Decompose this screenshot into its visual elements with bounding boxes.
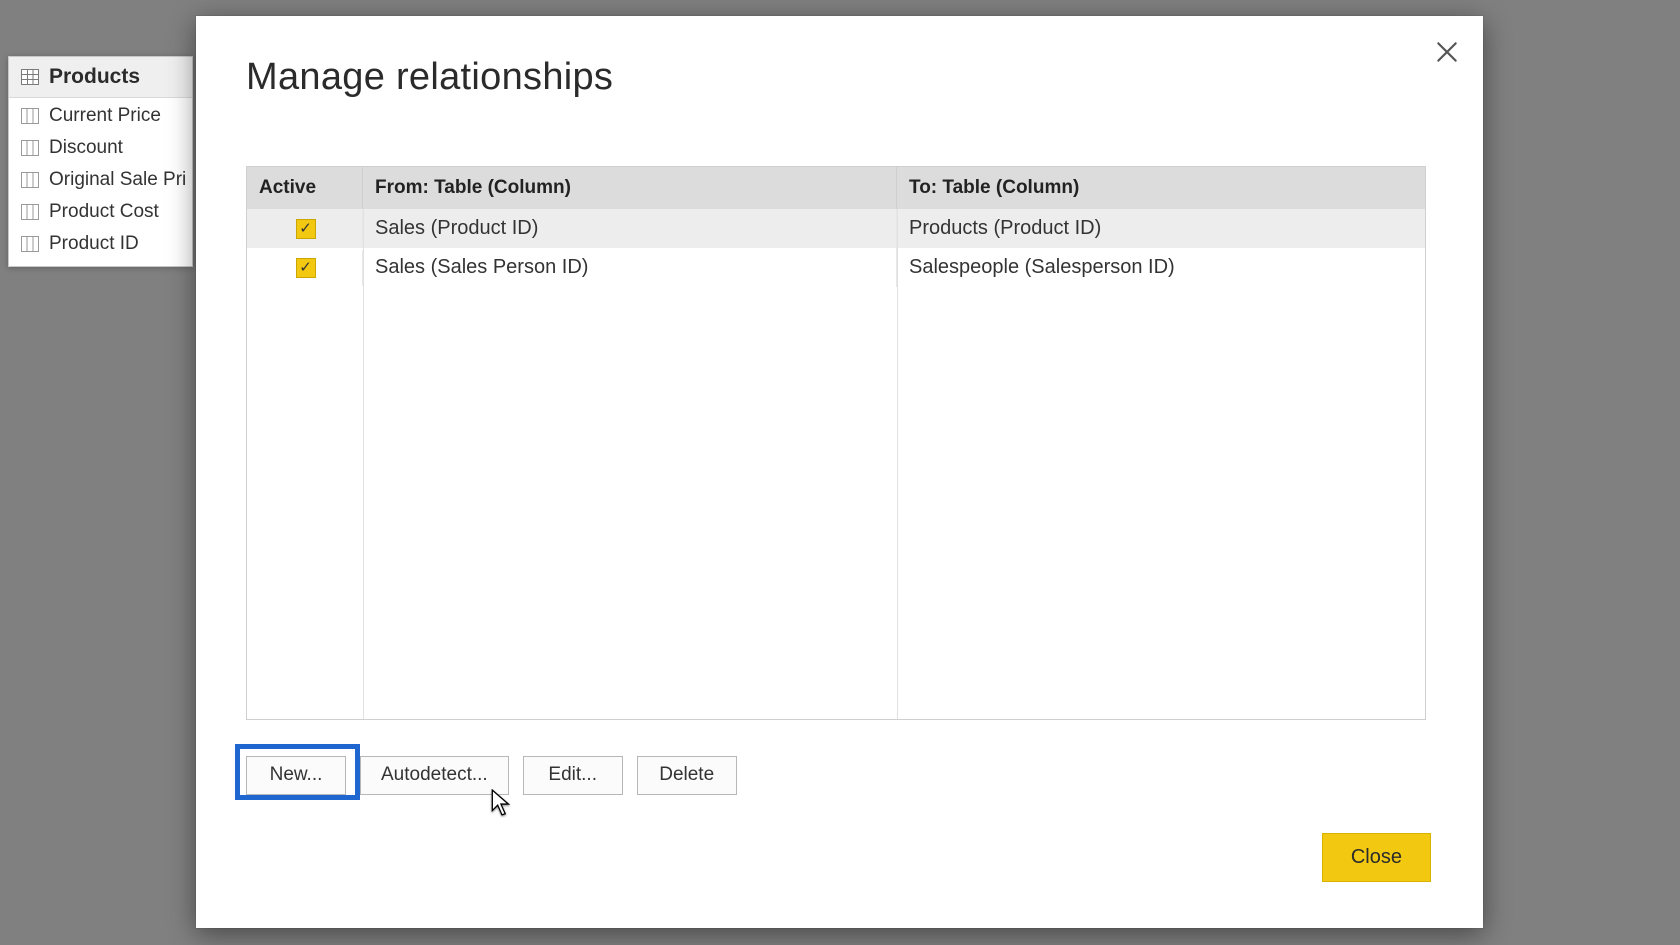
column-icon xyxy=(21,236,39,252)
new-button[interactable]: New... xyxy=(246,756,346,795)
relationships-table: Active From: Table (Column) To: Table (C… xyxy=(246,166,1426,720)
list-item[interactable]: Product Cost xyxy=(9,196,192,228)
active-cell: ✓ xyxy=(247,211,363,247)
column-label: Product ID xyxy=(49,233,139,255)
column-icon xyxy=(21,204,39,220)
table-icon xyxy=(21,69,39,85)
from-cell: Sales (Product ID) xyxy=(363,209,897,248)
action-buttons: New... Autodetect... Edit... Delete xyxy=(246,756,737,795)
column-divider xyxy=(897,209,898,719)
col-header-to[interactable]: To: Table (Column) xyxy=(897,167,1425,209)
list-item[interactable]: Product ID xyxy=(9,228,192,260)
table-header-row: Active From: Table (Column) To: Table (C… xyxy=(247,167,1425,209)
to-cell: Products (Product ID) xyxy=(897,209,1425,248)
column-icon xyxy=(21,108,39,124)
fields-list: Current Price Discount Original Sale Pri… xyxy=(9,98,192,266)
app-background: Products Current Price Discount Original… xyxy=(0,0,1680,945)
column-label: Discount xyxy=(49,137,123,159)
table-header[interactable]: Products xyxy=(9,57,192,98)
close-button[interactable]: Close xyxy=(1322,833,1431,882)
fields-panel: Products Current Price Discount Original… xyxy=(8,56,193,267)
edit-button[interactable]: Edit... xyxy=(523,756,623,795)
table-name: Products xyxy=(49,65,140,89)
table-row[interactable]: ✓ Sales (Sales Person ID) Salespeople (S… xyxy=(247,248,1425,287)
column-icon xyxy=(21,140,39,156)
manage-relationships-dialog: Manage relationships Active From: Table … xyxy=(196,16,1483,928)
column-label: Current Price xyxy=(49,105,161,127)
list-item[interactable]: Original Sale Pri xyxy=(9,164,192,196)
col-header-from[interactable]: From: Table (Column) xyxy=(363,167,897,209)
dialog-footer: Close xyxy=(1322,833,1431,882)
checkbox-checked-icon[interactable]: ✓ xyxy=(296,258,316,278)
dialog-title: Manage relationships xyxy=(246,56,613,99)
list-item[interactable]: Current Price xyxy=(9,100,192,132)
column-label: Original Sale Pri xyxy=(49,169,186,191)
delete-button[interactable]: Delete xyxy=(637,756,737,795)
table-row[interactable]: ✓ Sales (Product ID) Products (Product I… xyxy=(247,209,1425,248)
from-cell: Sales (Sales Person ID) xyxy=(363,248,897,287)
close-icon[interactable] xyxy=(1429,34,1465,70)
list-item[interactable]: Discount xyxy=(9,132,192,164)
column-divider xyxy=(363,209,364,719)
col-header-active[interactable]: Active xyxy=(247,167,363,209)
autodetect-button[interactable]: Autodetect... xyxy=(360,756,509,795)
column-icon xyxy=(21,172,39,188)
table-body: ✓ Sales (Product ID) Products (Product I… xyxy=(247,209,1425,719)
active-cell: ✓ xyxy=(247,250,363,286)
to-cell: Salespeople (Salesperson ID) xyxy=(897,248,1425,287)
column-label: Product Cost xyxy=(49,201,159,223)
checkbox-checked-icon[interactable]: ✓ xyxy=(296,219,316,239)
